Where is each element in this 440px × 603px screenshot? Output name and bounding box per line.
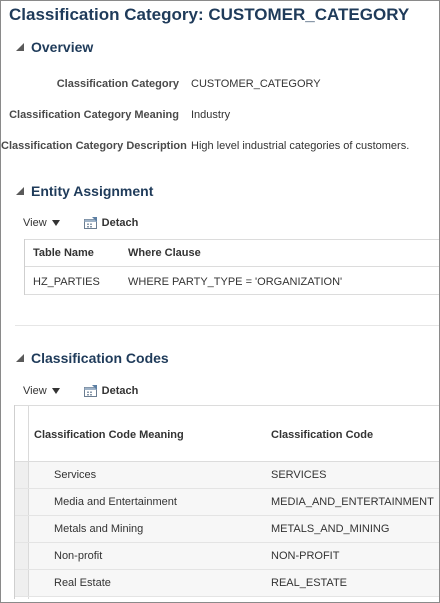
triangle-expanded-icon[interactable] bbox=[15, 186, 25, 196]
section-divider bbox=[15, 325, 439, 326]
cell-where-clause[interactable]: WHERE PARTY_TYPE = 'ORGANIZATION' bbox=[128, 276, 342, 288]
detach-icon bbox=[83, 217, 97, 229]
view-menu-label: View bbox=[23, 385, 47, 397]
cell-code-meaning: Metals and Mining bbox=[54, 523, 144, 535]
column-header-table-name[interactable]: Table Name bbox=[33, 247, 94, 259]
row-divider bbox=[25, 294, 439, 295]
page-frame: Classification Category: CUSTOMER_CATEGO… bbox=[0, 0, 440, 603]
field-value: High level industrial categories of cust… bbox=[191, 140, 410, 152]
page-title: Classification Category: CUSTOMER_CATEGO… bbox=[9, 5, 410, 24]
cell-code: SERVICES bbox=[271, 469, 327, 481]
overview-field-category: Classification Category CUSTOMER_CATEGOR… bbox=[1, 78, 439, 90]
field-label: Classification Category Description bbox=[1, 140, 187, 152]
row-gutter bbox=[15, 462, 29, 488]
overview-header[interactable]: Overview bbox=[15, 39, 93, 55]
cell-code-meaning: Services bbox=[54, 469, 97, 481]
detach-button[interactable]: Detach bbox=[83, 217, 139, 229]
codes-toolbar: View Detach bbox=[23, 385, 138, 397]
view-menu-label: View bbox=[23, 217, 47, 229]
header-divider bbox=[25, 266, 439, 267]
column-header-code-meaning[interactable]: Classification Code Meaning bbox=[34, 429, 184, 441]
triangle-expanded-icon[interactable] bbox=[15, 353, 25, 363]
row-gutter bbox=[15, 516, 29, 542]
view-menu[interactable]: View bbox=[23, 217, 60, 229]
cell-code: MEDIA_AND_ENTERTAINMENT bbox=[271, 496, 434, 508]
row-gutter bbox=[15, 489, 29, 515]
row-gutter bbox=[15, 543, 29, 569]
table-left-border bbox=[24, 239, 25, 295]
cell-code-meaning: Non-profit bbox=[54, 550, 103, 562]
triangle-expanded-icon[interactable] bbox=[15, 42, 25, 52]
detach-label: Detach bbox=[101, 217, 139, 229]
row-gutter bbox=[15, 570, 29, 596]
field-label: Classification Category Meaning bbox=[9, 109, 179, 121]
table-top-border bbox=[15, 405, 439, 406]
table-row[interactable]: Media and Entertainment MEDIA_AND_ENTERT… bbox=[15, 489, 439, 516]
table-row[interactable]: Non-profit NON-PROFIT bbox=[15, 543, 439, 570]
table-row[interactable]: Services SERVICES bbox=[15, 462, 439, 489]
table-row[interactable]: Real Estate REAL_ESTATE bbox=[15, 570, 439, 597]
cell-code: METALS_AND_MINING bbox=[271, 523, 390, 535]
cell-code-meaning: Real Estate bbox=[54, 577, 111, 589]
field-value: CUSTOMER_CATEGORY bbox=[191, 78, 321, 90]
caret-down-icon bbox=[51, 217, 60, 229]
overview-field-description: Classification Category Description High… bbox=[1, 140, 439, 152]
table-top-border bbox=[25, 239, 439, 240]
entity-toolbar: View Detach bbox=[23, 217, 138, 229]
classification-codes-title: Classification Codes bbox=[31, 350, 169, 366]
entity-assignment-title: Entity Assignment bbox=[31, 183, 154, 199]
cell-code-meaning: Media and Entertainment bbox=[54, 496, 177, 508]
entity-assignment-header[interactable]: Entity Assignment bbox=[15, 183, 153, 199]
overview-field-meaning: Classification Category Meaning Industry bbox=[1, 109, 439, 121]
cell-table-name[interactable]: HZ_PARTIES bbox=[33, 276, 100, 288]
field-value: Industry bbox=[191, 109, 231, 121]
detach-label: Detach bbox=[101, 385, 139, 397]
table-row[interactable]: Metals and Mining METALS_AND_MINING bbox=[15, 516, 439, 543]
detach-icon bbox=[83, 385, 97, 397]
field-label: Classification Category bbox=[56, 78, 179, 90]
column-header-where-clause[interactable]: Where Clause bbox=[128, 247, 201, 259]
overview-title: Overview bbox=[31, 39, 94, 55]
caret-down-icon bbox=[51, 385, 60, 397]
view-menu[interactable]: View bbox=[23, 385, 60, 397]
classification-codes-header[interactable]: Classification Codes bbox=[15, 350, 169, 366]
cell-code: REAL_ESTATE bbox=[271, 577, 348, 589]
detach-button[interactable]: Detach bbox=[83, 385, 139, 397]
cell-code: NON-PROFIT bbox=[271, 550, 340, 562]
column-header-code[interactable]: Classification Code bbox=[271, 429, 373, 441]
